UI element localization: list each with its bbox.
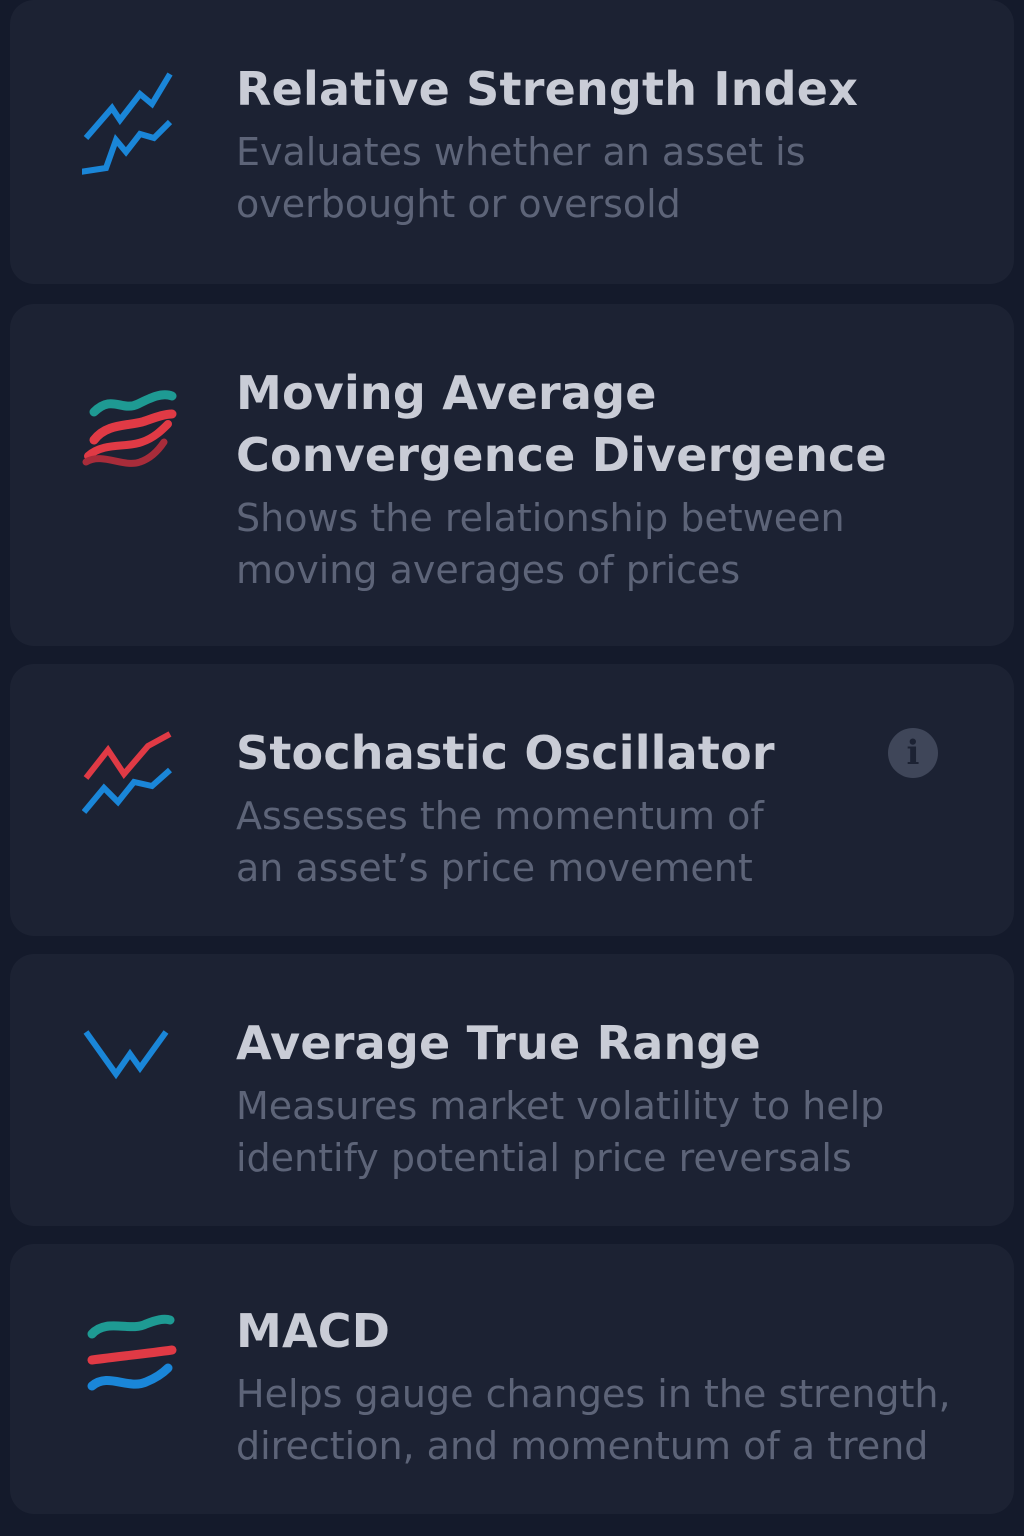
indicator-title: MACD — [236, 1304, 391, 1358]
indicator-card-atr[interactable]: Average True Range Measures market volat… — [10, 954, 1014, 1226]
indicator-card-macd[interactable]: MACD Helps gauge changes in the strength… — [10, 1244, 1014, 1514]
indicator-description: Shows the relationship between moving av… — [236, 496, 845, 592]
macd-wave-lines-icon — [82, 1310, 192, 1420]
atr-zigzag-icon — [82, 1024, 192, 1134]
indicator-list: Relative Strength Index Evaluates whethe… — [0, 0, 1024, 1536]
indicator-description: Evaluates whether an asset is overbought… — [236, 130, 806, 226]
indicator-title: Stochastic Oscillator — [236, 726, 775, 780]
indicator-card-macd-full[interactable]: Moving Average Convergence Divergence Sh… — [10, 304, 1014, 646]
indicator-card-stochastic[interactable]: Stochastic Oscillator Assesses the momen… — [10, 664, 1014, 936]
indicator-title: Average True Range — [236, 1016, 761, 1070]
indicator-title: Moving Average Convergence Divergence — [236, 366, 887, 482]
indicator-card-rsi[interactable]: Relative Strength Index Evaluates whethe… — [10, 0, 1014, 284]
indicator-description: Assesses the momentum of an asset’s pric… — [236, 794, 764, 890]
stochastic-line-chart-icon — [82, 730, 192, 840]
indicator-description: Measures market volatility to help ident… — [236, 1084, 885, 1180]
macd-wave-lines-icon — [82, 382, 192, 492]
info-icon[interactable]: i — [888, 728, 938, 778]
indicator-description: Helps gauge changes in the strength, dir… — [236, 1372, 951, 1468]
rsi-line-chart-icon — [82, 70, 192, 180]
indicator-title: Relative Strength Index — [236, 62, 859, 116]
